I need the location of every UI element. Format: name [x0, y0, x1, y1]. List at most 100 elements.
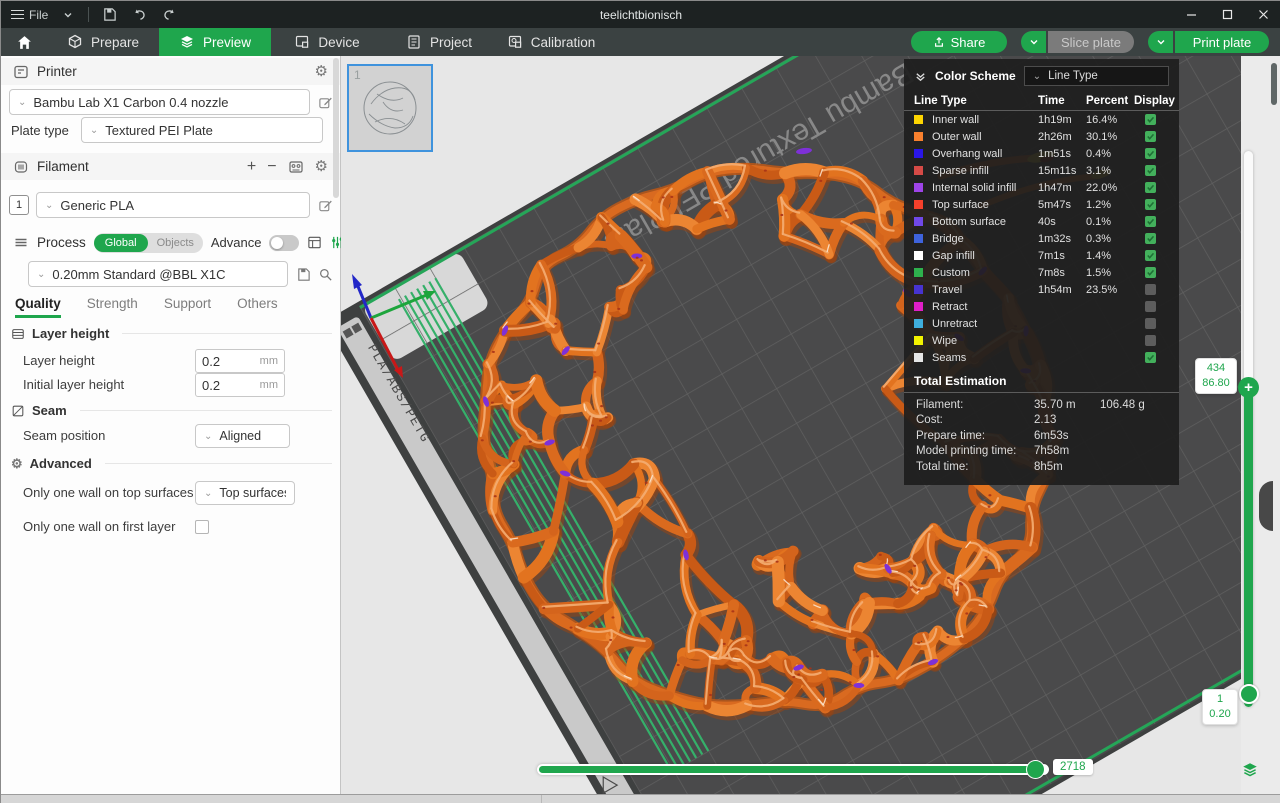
- estimation-label: Cost:: [916, 414, 1034, 426]
- line-type-label: Seams: [932, 352, 1038, 364]
- tab-calibration[interactable]: Calibration: [495, 28, 607, 56]
- layer-slider-bottom-handle[interactable]: [1239, 684, 1259, 704]
- display-checkbox[interactable]: [1145, 216, 1156, 227]
- seam-position-select[interactable]: ⌄ Aligned: [195, 424, 290, 448]
- line-type-label: Overhang wall: [932, 148, 1038, 160]
- tab-support[interactable]: Support: [164, 296, 211, 318]
- line-type-percent: 22.0%: [1086, 182, 1134, 194]
- display-checkbox[interactable]: [1145, 182, 1156, 193]
- process-preset-value: 0.20mm Standard @BBL X1C: [52, 267, 225, 282]
- line-type-row: Bridge1m32s0.3%: [904, 230, 1179, 247]
- layer-height-input[interactable]: mm: [195, 349, 285, 373]
- edit-printer-preset-icon[interactable]: [318, 95, 333, 110]
- process-preset-select[interactable]: ⌄ 0.20mm Standard @BBL X1C: [28, 261, 288, 287]
- filament-preset-select[interactable]: ⌄ Generic PLA: [36, 192, 310, 218]
- tab-preview[interactable]: Preview: [159, 28, 271, 56]
- step-slider-handle[interactable]: [1027, 761, 1044, 778]
- redo-icon[interactable]: [159, 5, 179, 25]
- viewport-3d[interactable]: PLA/ABS/PETG HOT SURFACE Bambu Textured …: [341, 56, 1280, 794]
- home-button[interactable]: [1, 28, 47, 56]
- line-type-row: Sparse infill15m11s3.1%: [904, 162, 1179, 179]
- slice-plate-button[interactable]: Slice plate: [1048, 31, 1134, 53]
- display-checkbox[interactable]: [1145, 335, 1156, 346]
- tab-quality[interactable]: Quality: [15, 296, 61, 318]
- display-checkbox[interactable]: [1145, 284, 1156, 295]
- tab-strength[interactable]: Strength: [87, 296, 138, 318]
- layers-view-button[interactable]: [1239, 759, 1261, 781]
- slice-options-dropdown[interactable]: [1021, 31, 1046, 53]
- display-checkbox[interactable]: [1145, 318, 1156, 329]
- tab-device[interactable]: Device: [271, 28, 383, 56]
- edit-filament-preset-icon[interactable]: [318, 198, 333, 213]
- initial-layer-height-input[interactable]: mm: [195, 373, 285, 397]
- parameter-table-icon[interactable]: [307, 235, 322, 250]
- one-wall-top-select[interactable]: ⌄ Top surfaces: [195, 481, 295, 505]
- viewport-scrollbar[interactable]: [1271, 63, 1277, 105]
- panel-collapse-tab[interactable]: [1259, 481, 1273, 531]
- sidebar-scrollbar[interactable]: [333, 58, 339, 198]
- ams-icon[interactable]: [288, 159, 304, 175]
- line-type-color-swatch: [914, 319, 923, 328]
- maximize-button[interactable]: [1209, 1, 1245, 28]
- layer-height-unit: mm: [260, 355, 278, 367]
- advance-toggle[interactable]: [269, 235, 299, 251]
- file-menu-label[interactable]: File: [29, 8, 48, 22]
- print-plate-button[interactable]: Print plate: [1175, 31, 1269, 53]
- view-mode-select[interactable]: ⌄ Line Type: [1024, 66, 1169, 86]
- display-checkbox[interactable]: [1145, 165, 1156, 176]
- search-preset-icon[interactable]: [318, 267, 333, 282]
- printer-preset-select[interactable]: ⌄ Bambu Lab X1 Carbon 0.4 nozzle: [9, 89, 310, 115]
- print-options-dropdown[interactable]: [1148, 31, 1173, 53]
- scope-global[interactable]: Global: [94, 234, 148, 252]
- layer-slider-top-handle[interactable]: +: [1238, 377, 1259, 398]
- share-button[interactable]: Share: [911, 31, 1007, 53]
- scope-objects[interactable]: Objects: [148, 234, 203, 252]
- layer-height-group-title: Layer height: [32, 326, 109, 341]
- display-checkbox[interactable]: [1145, 199, 1156, 210]
- display-checkbox[interactable]: [1145, 114, 1156, 125]
- display-checkbox[interactable]: [1145, 267, 1156, 278]
- line-type-label: Sparse infill: [932, 165, 1038, 177]
- plate-type-select[interactable]: ⌄ Textured PEI Plate: [81, 117, 323, 143]
- initial-layer-height-value[interactable]: [202, 378, 250, 393]
- printer-settings-gear-icon[interactable]: ⚙: [315, 64, 328, 79]
- share-icon: [933, 36, 945, 48]
- undo-icon[interactable]: [129, 5, 149, 25]
- save-preset-icon[interactable]: [296, 267, 311, 282]
- process-scope-toggle[interactable]: Global Objects: [94, 233, 203, 253]
- filament-slot-badge[interactable]: 1: [9, 195, 29, 215]
- bottom-layer-number: 1: [1206, 692, 1234, 707]
- line-type-percent: 30.1%: [1086, 131, 1134, 143]
- layer-height-value[interactable]: [202, 354, 250, 369]
- display-checkbox[interactable]: [1145, 131, 1156, 142]
- line-type-row: Custom7m8s1.5%: [904, 264, 1179, 281]
- filament-settings-gear-icon[interactable]: ⚙: [315, 159, 328, 174]
- one-wall-first-layer-checkbox[interactable]: [195, 520, 209, 534]
- file-menu-button[interactable]: File: [11, 5, 48, 25]
- main-tab-bar: Prepare Preview Device Project Calibrati…: [1, 28, 1280, 56]
- plate-thumbnail[interactable]: 1: [347, 64, 433, 152]
- display-checkbox[interactable]: [1145, 352, 1156, 363]
- tab-project[interactable]: Project: [383, 28, 495, 56]
- add-filament-button[interactable]: +: [247, 158, 256, 176]
- display-checkbox[interactable]: [1145, 233, 1156, 244]
- line-type-row: Top surface5m47s1.2%: [904, 196, 1179, 213]
- close-button[interactable]: [1245, 1, 1280, 28]
- display-checkbox[interactable]: [1145, 301, 1156, 312]
- plate-number: 1: [354, 68, 361, 82]
- line-type-row: Internal solid infill1h47m22.0%: [904, 179, 1179, 196]
- display-checkbox[interactable]: [1145, 250, 1156, 261]
- tab-others[interactable]: Others: [237, 296, 278, 318]
- tab-prepare[interactable]: Prepare: [47, 28, 159, 56]
- collapse-panel-icon[interactable]: [914, 70, 927, 83]
- chevron-down-icon[interactable]: [58, 5, 78, 25]
- remove-filament-button[interactable]: −: [267, 158, 276, 176]
- seam-icon: [11, 404, 25, 418]
- display-checkbox[interactable]: [1145, 148, 1156, 159]
- minimize-button[interactable]: [1173, 1, 1209, 28]
- estimation-value: 7h58m: [1034, 445, 1100, 457]
- save-icon[interactable]: [99, 5, 119, 25]
- initial-layer-height-label: Initial layer height: [23, 377, 195, 394]
- calibration-icon: [507, 34, 523, 50]
- plate-type-value: Textured PEI Plate: [105, 123, 213, 138]
